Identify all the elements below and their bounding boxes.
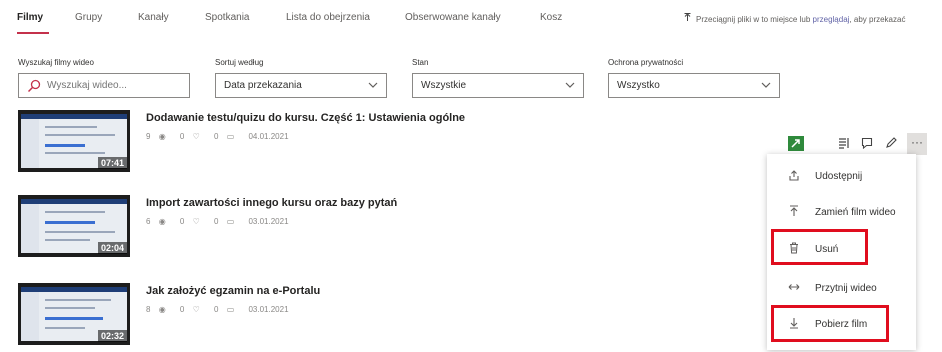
upload-hint-tail: , aby przekazać [849, 15, 906, 24]
tab-spotkania[interactable]: Spotkania [205, 12, 249, 23]
comment-icon: ▭ [226, 217, 235, 226]
state-label: Stan [412, 58, 429, 67]
heart-icon: ♡ [192, 217, 200, 226]
upload-hint-text: Przeciągnij pliki w to miejsce lub [696, 15, 813, 24]
video-date: 03.01.2021 [248, 305, 289, 314]
video-duration: 02:04 [97, 242, 127, 254]
stream-app-icon[interactable] [788, 136, 804, 151]
highlight-download [771, 305, 889, 342]
trim-icon [785, 282, 803, 294]
tab-filmy[interactable]: Filmy [17, 12, 43, 23]
menu-item-share[interactable]: Udostępnij [767, 158, 916, 194]
upload-arrow-icon [684, 13, 692, 24]
state-dropdown[interactable]: Wszystkie [412, 73, 584, 98]
search-label: Wyszukaj filmy wideo [18, 58, 94, 67]
privacy-label: Ochrona prywatności [608, 58, 684, 67]
sort-value: Data przekazania [224, 80, 302, 91]
video-thumbnail[interactable]: 02:32 [18, 283, 130, 345]
upload-hint: Przeciągnij pliki w to miejsce lub przeg… [684, 13, 905, 24]
privacy-dropdown[interactable]: Wszystko [608, 73, 780, 98]
video-meta: 6 ◉ 0 ♡ 0 ▭ 03.01.2021 [146, 217, 289, 226]
video-title[interactable]: Dodawanie testu/quizu do kursu. Część 1:… [146, 112, 465, 124]
video-meta: 8 ◉ 0 ♡ 0 ▭ 03.01.2021 [146, 305, 289, 314]
tab-kanaly[interactable]: Kanały [138, 12, 169, 23]
eye-icon: ◉ [158, 305, 166, 314]
chevron-down-icon [368, 78, 378, 92]
heart-icon: ♡ [192, 305, 200, 314]
eye-icon: ◉ [158, 217, 166, 226]
heart-icon: ♡ [192, 132, 200, 141]
chevron-down-icon [761, 78, 771, 92]
video-duration: 02:32 [97, 330, 127, 342]
sort-label: Sortuj według [215, 58, 264, 67]
video-title[interactable]: Import zawartości innego kursu oraz bazy… [146, 197, 397, 209]
tab-obserwowane-kanaly[interactable]: Obserwowane kanały [405, 12, 501, 23]
tab-lista-do-obejrzenia[interactable]: Lista do obejrzenia [286, 12, 370, 23]
state-value: Wszystkie [421, 80, 466, 91]
video-thumbnail[interactable]: 02:04 [18, 195, 130, 257]
search-box[interactable] [18, 73, 190, 98]
video-row-actions: ··· [788, 133, 938, 155]
tab-grupy[interactable]: Grupy [75, 12, 102, 23]
video-duration: 07:41 [97, 157, 127, 169]
comment-icon[interactable] [858, 133, 876, 153]
tab-bar: Filmy Grupy Kanały Spotkania Lista do ob… [0, 0, 942, 40]
active-tab-indicator [17, 32, 49, 34]
video-date: 03.01.2021 [248, 217, 289, 226]
search-icon [27, 79, 41, 93]
edit-pencil-icon[interactable] [882, 133, 900, 153]
comment-icon: ▭ [226, 305, 235, 314]
tab-kosz[interactable]: Kosz [540, 12, 562, 23]
video-title[interactable]: Jak założyć egzamin na e-Portalu [146, 285, 320, 297]
menu-item-trim[interactable]: Przytnij wideo [767, 270, 916, 306]
video-date: 04.01.2021 [248, 132, 289, 141]
more-options-button[interactable]: ··· [907, 133, 927, 155]
privacy-value: Wszystko [617, 80, 660, 91]
highlight-delete [771, 229, 868, 265]
share-icon [785, 169, 803, 184]
sort-dropdown[interactable]: Data przekazania [215, 73, 387, 98]
menu-item-replace-video[interactable]: Zamień film wideo [767, 194, 916, 230]
browse-link[interactable]: przeglądaj [813, 15, 850, 24]
eye-icon: ◉ [158, 132, 166, 141]
search-input[interactable] [47, 78, 182, 93]
comment-icon: ▭ [226, 132, 235, 141]
chevron-down-icon [565, 78, 575, 92]
video-meta: 9 ◉ 0 ♡ 0 ▭ 04.01.2021 [146, 132, 289, 141]
video-thumbnail[interactable]: 07:41 [18, 110, 130, 172]
replace-upload-icon [785, 204, 803, 220]
list-icon[interactable] [834, 133, 852, 153]
